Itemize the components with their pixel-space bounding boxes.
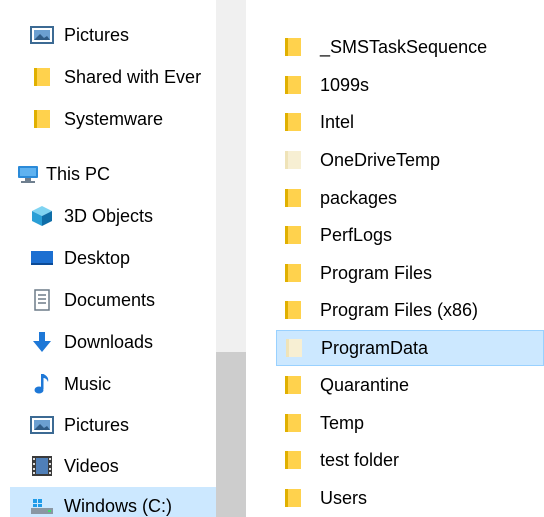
- nav-item-label: 3D Objects: [64, 205, 154, 226]
- scrollbar-thumb[interactable]: [216, 352, 246, 517]
- file-name: Program Files: [320, 262, 433, 283]
- folder-icon: [30, 108, 54, 130]
- videos-icon: [30, 455, 54, 477]
- file-row[interactable]: Program Files (x86): [276, 292, 544, 328]
- folder-icon: [284, 375, 306, 395]
- folder-icon: [284, 263, 306, 283]
- documents-icon: [30, 289, 54, 311]
- nav-item-label: Windows (C:): [64, 495, 173, 516]
- nav-item-downloads[interactable]: Downloads: [10, 323, 216, 361]
- folder-icon: [284, 112, 306, 132]
- desktop-icon: [30, 247, 54, 269]
- file-row[interactable]: Quarantine: [276, 367, 544, 403]
- nav-item-shared-with-everyone[interactable]: Shared with Ever: [10, 58, 216, 96]
- folder-icon: [284, 37, 306, 57]
- file-name: PerfLogs: [320, 224, 393, 245]
- file-name: Intel: [320, 111, 355, 132]
- nav-item-documents[interactable]: Documents: [10, 281, 216, 319]
- nav-item-this-pc[interactable]: This PC: [10, 155, 216, 193]
- nav-item-label: This PC: [46, 163, 111, 184]
- file-row[interactable]: Temp: [276, 405, 544, 441]
- pictures-icon: [30, 414, 54, 436]
- file-row[interactable]: Program Files: [276, 255, 544, 291]
- file-name: Quarantine: [320, 374, 410, 395]
- nav-item-label: Pictures: [64, 414, 130, 435]
- nav-item-label: Downloads: [64, 331, 154, 352]
- nav-item-windows-c[interactable]: Windows (C:): [10, 487, 216, 517]
- file-list: _SMSTaskSequence 1099s Intel OneDriveTem…: [246, 0, 544, 517]
- music-icon: [30, 373, 54, 395]
- nav-item-label: Documents: [64, 289, 156, 310]
- file-row[interactable]: Intel: [276, 104, 544, 140]
- file-row[interactable]: 1099s: [276, 67, 544, 103]
- file-row[interactable]: packages: [276, 180, 544, 216]
- drive-icon: [30, 495, 54, 517]
- navigation-pane: Pictures Shared with Ever Systemware Thi…: [0, 0, 216, 517]
- file-name: Program Files (x86): [320, 299, 479, 320]
- nav-item-pictures[interactable]: Pictures: [10, 406, 216, 444]
- downloads-icon: [30, 331, 54, 353]
- file-name: Users: [320, 487, 368, 508]
- nav-item-label: Music: [64, 373, 112, 394]
- pictures-icon: [30, 24, 54, 46]
- file-name: test folder: [320, 449, 400, 470]
- folder-icon: [284, 450, 306, 470]
- file-row[interactable]: _SMSTaskSequence: [276, 29, 544, 65]
- folder-icon: [284, 413, 306, 433]
- 3d-objects-icon: [30, 205, 54, 227]
- nav-item-label: Videos: [64, 455, 119, 476]
- nav-item-videos[interactable]: Videos: [10, 447, 216, 485]
- folder-icon: [30, 66, 54, 88]
- file-name: OneDriveTemp: [320, 149, 441, 170]
- nav-item-desktop[interactable]: Desktop: [10, 239, 216, 277]
- file-row[interactable]: Users: [276, 480, 544, 516]
- file-row[interactable]: PerfLogs: [276, 217, 544, 253]
- folder-icon: [284, 188, 306, 208]
- nav-item-3d-objects[interactable]: 3D Objects: [10, 197, 216, 235]
- folder-icon: [284, 75, 306, 95]
- nav-item-pictures-quick[interactable]: Pictures: [10, 16, 216, 54]
- nav-item-systemware[interactable]: Systemware: [10, 100, 216, 138]
- file-name: _SMSTaskSequence: [320, 36, 488, 57]
- file-row-selected[interactable]: ProgramData: [276, 330, 544, 366]
- file-name: packages: [320, 187, 398, 208]
- nav-item-label: Shared with Ever: [64, 66, 202, 87]
- file-name: Temp: [320, 412, 365, 433]
- nav-item-label: Pictures: [64, 24, 130, 45]
- file-name: ProgramData: [321, 337, 429, 358]
- nav-item-label: Systemware: [64, 108, 164, 129]
- folder-icon: [284, 225, 306, 245]
- folder-icon: [284, 488, 306, 508]
- folder-icon: [284, 150, 306, 170]
- file-row[interactable]: test folder: [276, 442, 544, 478]
- file-name: 1099s: [320, 74, 370, 95]
- computer-icon: [16, 163, 40, 185]
- folder-icon: [284, 300, 306, 320]
- nav-item-music[interactable]: Music: [10, 365, 216, 403]
- file-row[interactable]: OneDriveTemp: [276, 142, 544, 178]
- nav-item-label: Desktop: [64, 247, 131, 268]
- folder-icon: [285, 338, 307, 358]
